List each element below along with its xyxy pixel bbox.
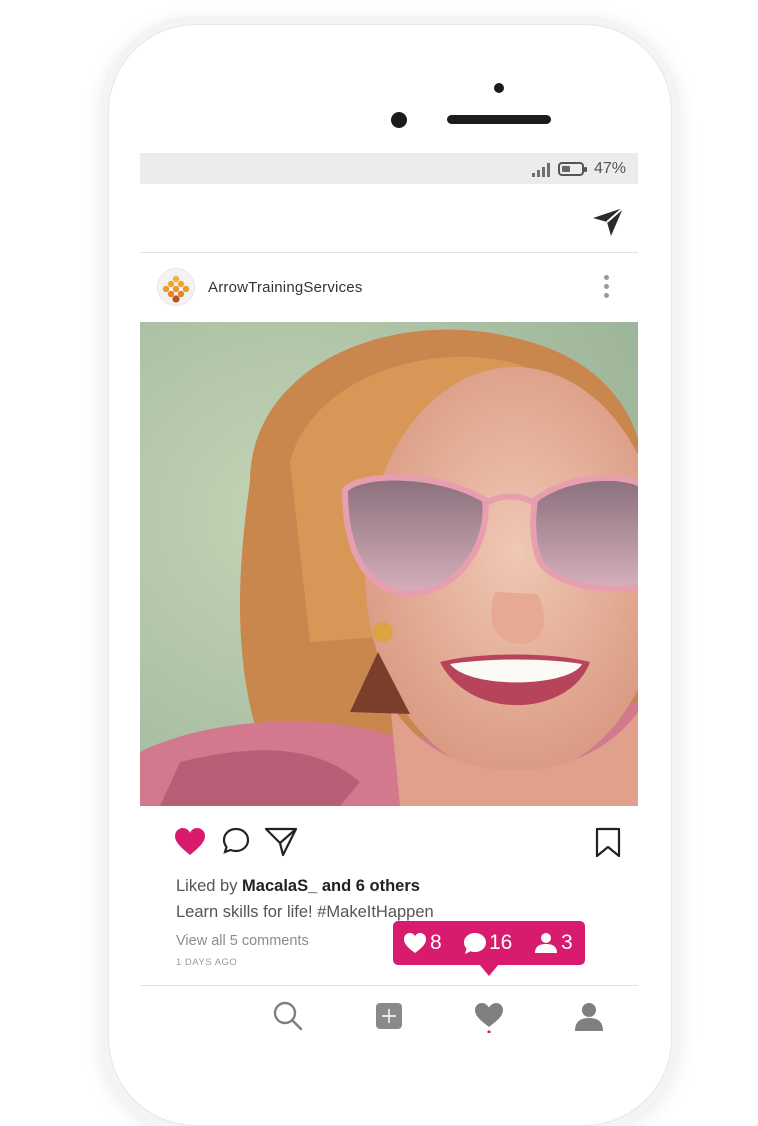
liked-by-users[interactable]: MacalaS_ and 6 others	[242, 877, 420, 895]
notif-comments: 16	[463, 930, 523, 956]
battery-fill	[562, 166, 570, 172]
direct-message-icon[interactable]	[591, 206, 625, 238]
notif-comments-count: 16	[489, 931, 513, 954]
post-caption: Learn skills for life! #MakeItHappen	[176, 903, 434, 921]
notif-person-icon	[535, 933, 557, 953]
heart-icon[interactable]	[174, 827, 206, 856]
notif-heart-icon	[404, 933, 426, 953]
notif-comment-icon	[464, 933, 486, 954]
signal-icon	[532, 163, 550, 177]
battery-icon	[558, 162, 587, 176]
status-bar: 47%	[140, 153, 638, 184]
notif-followers-count: 3	[561, 931, 573, 954]
post-actions	[140, 806, 638, 878]
likes-summary: Liked by MacalaS_ and 6 others	[176, 877, 420, 896]
bookmark-icon[interactable]	[595, 827, 621, 858]
arrow-training-logo	[162, 275, 190, 303]
add-post-icon[interactable]	[372, 999, 406, 1033]
post-photo	[140, 322, 638, 806]
bottom-navigation	[140, 985, 638, 1042]
earpiece-speaker	[447, 115, 551, 124]
post-timestamp: 1 DAYS AGO	[176, 957, 238, 968]
view-comments-link[interactable]: View all 5 comments	[176, 933, 309, 949]
post-username[interactable]: ArrowTrainingServices	[208, 279, 363, 296]
activity-notification-bubble[interactable]: 8 16 3	[393, 921, 585, 976]
likes-prefix: Liked by	[176, 877, 243, 895]
battery-percentage: 47%	[594, 160, 627, 177]
share-icon[interactable]	[264, 825, 298, 857]
proximity-sensor	[494, 83, 504, 93]
app-top-bar	[140, 184, 638, 253]
more-options-icon[interactable]	[602, 275, 610, 301]
notif-likes-count: 8	[430, 931, 442, 954]
notif-followers: 3	[534, 930, 578, 956]
search-icon[interactable]	[271, 999, 305, 1033]
comment-icon[interactable]	[221, 826, 251, 856]
activity-heart-icon[interactable]	[472, 999, 506, 1033]
front-camera	[391, 112, 407, 128]
profile-icon[interactable]	[572, 999, 606, 1033]
phone-screen: 47% ArrowTrainingServices Liked by Macal…	[140, 153, 638, 1042]
notif-likes: 8	[403, 930, 451, 956]
avatar[interactable]	[157, 268, 195, 306]
post-header: ArrowTrainingServices	[140, 253, 638, 322]
